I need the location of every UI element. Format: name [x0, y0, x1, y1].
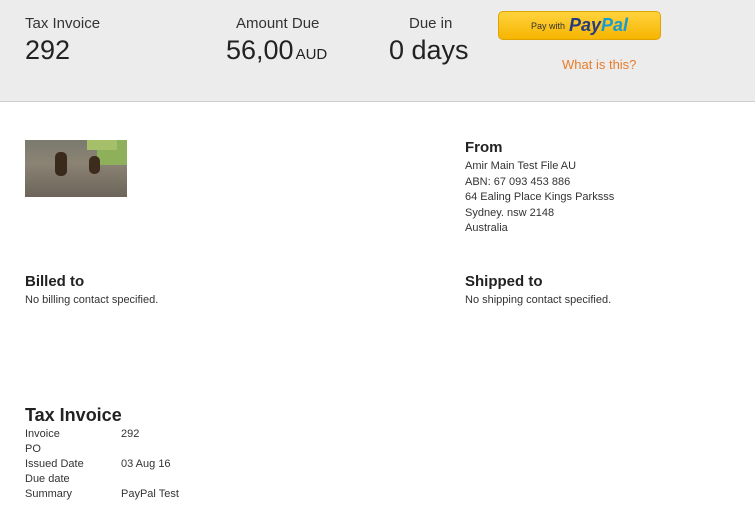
- invoice-detail-value: 292: [121, 428, 140, 440]
- from-address: Amir Main Test File AU ABN: 67 093 453 8…: [465, 159, 614, 237]
- invoice-detail-label: PO: [25, 443, 41, 455]
- paypal-logo-pay: Pay: [568, 15, 601, 35]
- due-in-label: Due in: [409, 15, 453, 32]
- shipped-to-text: No shipping contact specified.: [465, 294, 612, 306]
- from-line: Australia: [465, 222, 508, 234]
- logo-dog-shape: [55, 152, 67, 176]
- shipped-to-title: Shipped to: [465, 273, 543, 290]
- invoice-detail-label: Issued Date: [25, 458, 84, 470]
- amount-due: 56,00 AUD: [226, 35, 327, 66]
- invoice-header: Tax Invoice 292 Amount Due 56,00 AUD Due …: [0, 0, 755, 102]
- billed-to-title: Billed to: [25, 273, 85, 290]
- company-logo-image: [25, 140, 127, 197]
- paypal-logo-pal: Pal: [601, 15, 629, 35]
- from-line: ABN: 67 093 453 886: [465, 175, 571, 188]
- from-title: From: [465, 139, 503, 156]
- invoice-detail-value: PayPal Test: [121, 488, 179, 500]
- logo-dog-shape: [89, 156, 100, 174]
- invoice-detail-label: Due date: [25, 473, 70, 485]
- tax-invoice-label: Tax Invoice: [25, 15, 101, 32]
- due-in-value: 0 days: [389, 35, 469, 65]
- logo-grass-highlight: [87, 140, 117, 150]
- pay-with-paypal-button[interactable]: Pay with Pay Pal: [498, 11, 661, 40]
- amount-due-currency: AUD: [295, 46, 328, 63]
- invoice-details-title: Tax Invoice: [25, 405, 122, 425]
- invoice-detail-value: 03 Aug 16: [121, 458, 171, 470]
- invoice-detail-label: Summary: [25, 488, 73, 500]
- what-is-this-link[interactable]: What is this?: [562, 57, 636, 72]
- from-line: Amir Main Test File AU: [465, 160, 577, 172]
- from-line: 64 Ealing Place Kings Parksss: [465, 191, 615, 203]
- from-line: Sydney. nsw 2148: [465, 206, 555, 219]
- billed-to-text: No billing contact specified.: [25, 294, 159, 306]
- tax-invoice-number: 292: [25, 35, 71, 65]
- paypal-pay-with-text: Pay with: [530, 20, 565, 31]
- invoice-detail-label: Invoice: [25, 428, 60, 440]
- amount-due-label: Amount Due: [236, 15, 320, 32]
- amount-due-value: 56,00: [226, 35, 294, 65]
